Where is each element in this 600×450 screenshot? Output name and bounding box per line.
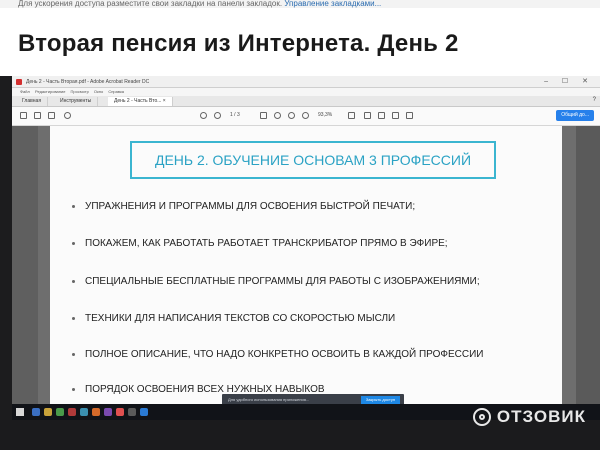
otzovik-logo-icon <box>472 408 491 426</box>
list-item-text: УПРАЖНЕНИЯ И ПРОГРАММЫ ДЛЯ ОСВОЕНИЯ БЫСТ… <box>85 201 416 212</box>
list-item: ПОЛНОЕ ОПИСАНИЕ, ЧТО НАДО КОНКРЕТНО ОСВО… <box>72 349 483 360</box>
hand-tool-icon[interactable] <box>274 112 281 119</box>
taskbar-app-icon[interactable] <box>128 408 136 416</box>
bullet-icon <box>72 352 75 356</box>
highlight-icon[interactable] <box>378 112 385 119</box>
window-titlebar: День 2 - Часть Вторая.pdf - Adobe Acroba… <box>12 76 600 88</box>
taskbar-app-icon[interactable] <box>32 408 40 416</box>
zoom-in-icon[interactable] <box>302 112 309 119</box>
windows-start-icon[interactable] <box>16 408 24 416</box>
window-controls[interactable]: – ☐ ✕ <box>544 76 594 88</box>
list-item: ТЕХНИКИ ДЛЯ НАПИСАНИЯ ТЕКСТОВ СО СКОРОСТ… <box>72 313 395 324</box>
pdf-page: ДЕНЬ 2. ОБУЧЕНИЕ ОСНОВАМ 3 ПРОФЕССИЙ УПР… <box>50 126 562 420</box>
list-item-text: ПОЛНОЕ ОПИСАНИЕ, ЧТО НАДО КОНКРЕТНО ОСВО… <box>85 349 484 360</box>
bullet-icon <box>72 204 75 208</box>
taskbar-app-icon[interactable] <box>140 408 148 416</box>
right-panel <box>576 126 600 420</box>
search-icon[interactable] <box>64 112 71 119</box>
list-item: ПОКАЖЕМ, КАК РАБОТАТЬ РАБОТАЕТ ТРАНСКРИБ… <box>72 238 448 249</box>
taskbar-app-icon[interactable] <box>92 408 100 416</box>
taskbar-app-icon[interactable] <box>68 408 76 416</box>
document-area: ДЕНЬ 2. ОБУЧЕНИЕ ОСНОВАМ 3 ПРОФЕССИЙ УПР… <box>12 126 600 420</box>
lesson-heading: ДЕНЬ 2. ОБУЧЕНИЕ ОСНОВАМ 3 ПРОФЕССИЙ <box>130 141 496 179</box>
draw-icon[interactable] <box>392 112 399 119</box>
notification-button[interactable]: Закрыть доступ <box>360 396 400 404</box>
taskbar-app-icon[interactable] <box>44 408 52 416</box>
otzovik-watermark: ОТЗОВИК <box>472 407 586 427</box>
bullet-icon <box>72 387 75 391</box>
manage-bookmarks-link[interactable]: Управление закладками... <box>284 0 381 8</box>
acrobat-window: День 2 - Часть Вторая.pdf - Adobe Acroba… <box>12 76 600 420</box>
zoom-out-icon[interactable] <box>288 112 295 119</box>
taskbar-app-icon[interactable] <box>104 408 112 416</box>
bullet-icon <box>72 279 75 283</box>
monitor-photo: День 2 - Часть Вторая.pdf - Adobe Acroba… <box>0 76 600 450</box>
bullet-icon <box>72 316 75 320</box>
taskbar-app-icon[interactable] <box>80 408 88 416</box>
watermark-text: ОТЗОВИК <box>496 407 586 426</box>
mail-icon[interactable] <box>48 112 55 119</box>
tab-home[interactable]: Главная <box>16 97 49 106</box>
taskbar-app-icon[interactable] <box>116 408 124 416</box>
page-indicator[interactable]: 1 / 3 <box>230 112 240 118</box>
print-icon[interactable] <box>34 112 41 119</box>
page-title: Вторая пенсия из Интернета. День 2 <box>18 30 459 57</box>
fit-page-icon[interactable] <box>348 112 355 119</box>
page-up-icon[interactable] <box>200 112 207 119</box>
bookmarks-hint-text: Для ускорения доступа разместите свои за… <box>18 0 283 8</box>
bookmarks-hint: Для ускорения доступа разместите свои за… <box>0 0 600 8</box>
notification-text: Для удобного использования приложения... <box>228 397 310 402</box>
zoom-level[interactable]: 93,3% <box>318 112 332 118</box>
save-icon[interactable] <box>20 112 27 119</box>
window-title: День 2 - Часть Вторая.pdf - Adobe Acroba… <box>26 79 150 85</box>
list-item-text: ТЕХНИКИ ДЛЯ НАПИСАНИЯ ТЕКСТОВ СО СКОРОСТ… <box>85 313 396 324</box>
acrobat-icon <box>16 79 22 85</box>
list-item: УПРАЖНЕНИЯ И ПРОГРАММЫ ДЛЯ ОСВОЕНИЯ БЫСТ… <box>72 201 415 212</box>
menu-bar[interactable]: Файл Редактирование Просмотр Окно Справк… <box>12 88 600 96</box>
taskbar-app-icon[interactable] <box>56 408 64 416</box>
tab-tools[interactable]: Инструменты <box>54 97 99 106</box>
bullet-icon <box>72 241 75 245</box>
select-tool-icon[interactable] <box>260 112 267 119</box>
page-down-icon[interactable] <box>214 112 221 119</box>
help-icon[interactable]: ? <box>593 97 596 103</box>
list-item: СПЕЦИАЛЬНЫЕ БЕСПЛАТНЫЕ ПРОГРАММЫ ДЛЯ РАБ… <box>72 276 480 287</box>
share-button[interactable]: Общий до... <box>556 110 594 121</box>
list-item-text: СПЕЦИАЛЬНЫЕ БЕСПЛАТНЫЕ ПРОГРАММЫ ДЛЯ РАБ… <box>85 276 480 287</box>
sign-icon[interactable] <box>406 112 413 119</box>
tab-document[interactable]: День 2 - Часть Вто... × <box>108 97 173 106</box>
comment-icon[interactable] <box>364 112 371 119</box>
toolbar: 1 / 3 93,3% Общий до... <box>12 107 600 126</box>
left-panel <box>12 126 38 420</box>
tab-bar: Главная Инструменты День 2 - Часть Вто..… <box>12 96 600 107</box>
list-item-text: ПОКАЖЕМ, КАК РАБОТАТЬ РАБОТАЕТ ТРАНСКРИБ… <box>85 238 448 249</box>
